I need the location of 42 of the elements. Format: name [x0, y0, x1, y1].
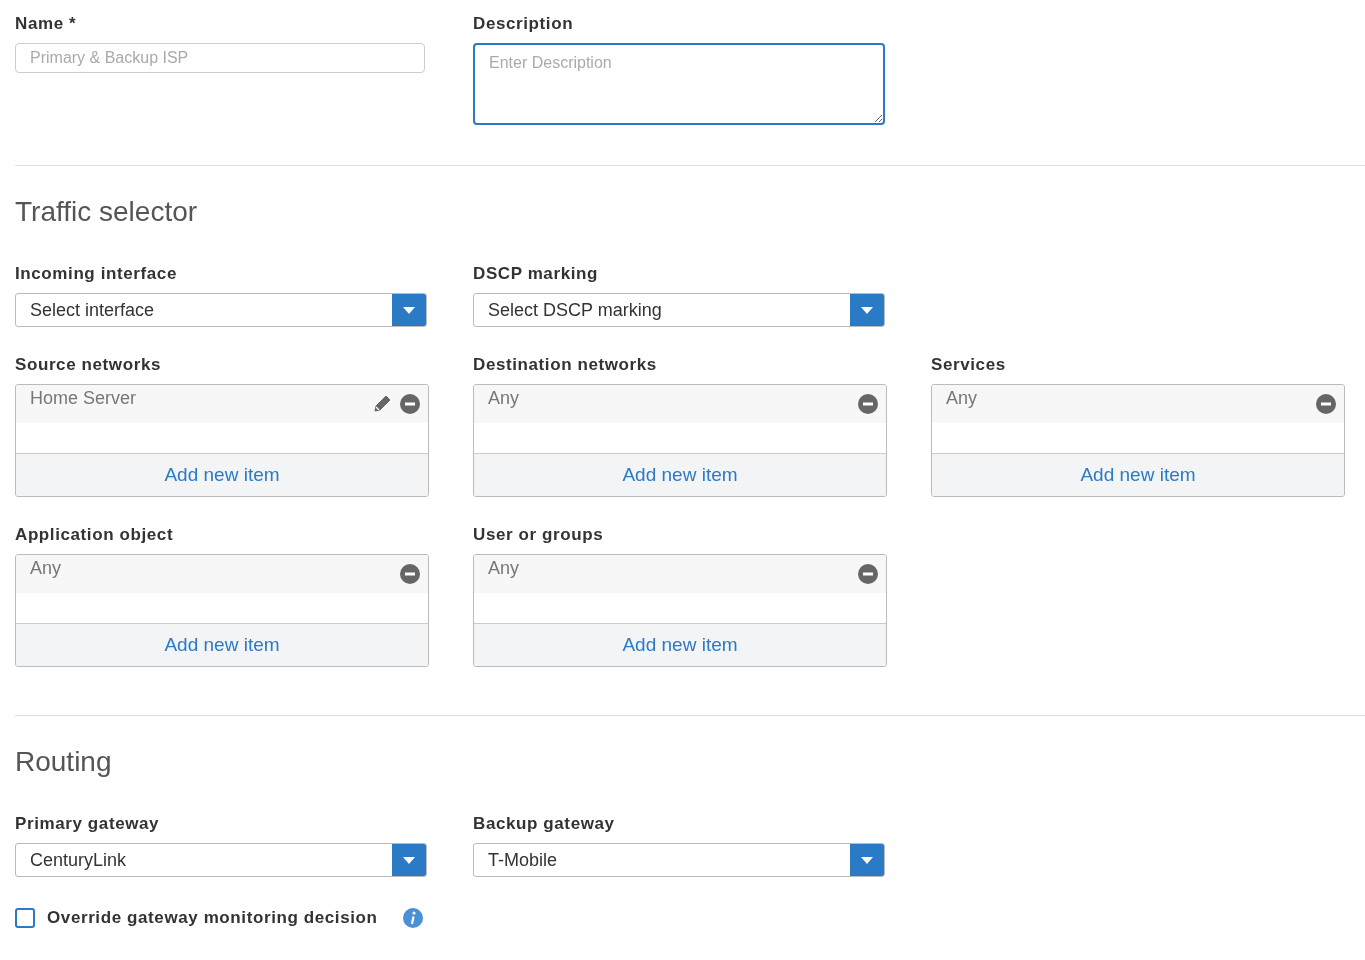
checkbox-label[interactable]: Override gateway monitoring decision [47, 908, 378, 928]
item-text: Any [488, 387, 521, 409]
dropdown[interactable]: Select DSCP marking [473, 293, 885, 327]
field-label: Services [931, 355, 1007, 375]
name-input-field[interactable]: Primary & Backup ISP [15, 43, 425, 73]
dropdown-caret-icon[interactable] [392, 844, 426, 876]
field-label: Primary gateway [15, 814, 161, 834]
add-new-item-button[interactable]: Add new item [474, 454, 886, 496]
field-label: Backup gateway [473, 814, 616, 834]
item-text: Any [30, 557, 63, 579]
item-text: Home Server [30, 387, 138, 409]
add-new-item-button[interactable]: Add new item [932, 454, 1344, 496]
field-label: Destination networks [473, 355, 658, 375]
dropdown-caret-icon[interactable] [850, 844, 884, 876]
checkbox[interactable] [15, 908, 35, 928]
field-label: Application object [15, 525, 175, 545]
remove-icon[interactable] [858, 394, 878, 414]
dropdown-caret-icon[interactable] [392, 294, 426, 326]
field-label: Source networks [15, 355, 162, 375]
add-new-item-button[interactable]: Add new item [16, 624, 428, 666]
dropdown[interactable]: CenturyLink [15, 843, 427, 877]
remove-icon[interactable] [400, 394, 420, 414]
add-new-item-button[interactable]: Add new item [16, 454, 428, 496]
field-label: Description [473, 14, 575, 34]
description-text-area[interactable]: Enter Description [473, 43, 885, 125]
remove-icon[interactable] [400, 564, 420, 584]
remove-icon[interactable] [858, 564, 878, 584]
field-label: Name * [15, 14, 78, 34]
field-label: Incoming interface [15, 264, 178, 284]
item-text: Any [488, 557, 521, 579]
dropdown[interactable]: Select interface [15, 293, 427, 327]
add-new-item-button[interactable]: Add new item [474, 624, 886, 666]
section-title: Traffic selector [15, 196, 199, 228]
dropdown-caret-icon[interactable] [850, 294, 884, 326]
section-title: Routing [15, 746, 113, 778]
item-text: Any [946, 387, 979, 409]
dropdown[interactable]: T-Mobile [473, 843, 885, 877]
field-label: DSCP marking [473, 264, 599, 284]
remove-icon[interactable] [1316, 394, 1336, 414]
info-icon[interactable] [401, 907, 424, 929]
pencil-icon[interactable] [372, 394, 392, 414]
field-label: User or groups [473, 525, 605, 545]
